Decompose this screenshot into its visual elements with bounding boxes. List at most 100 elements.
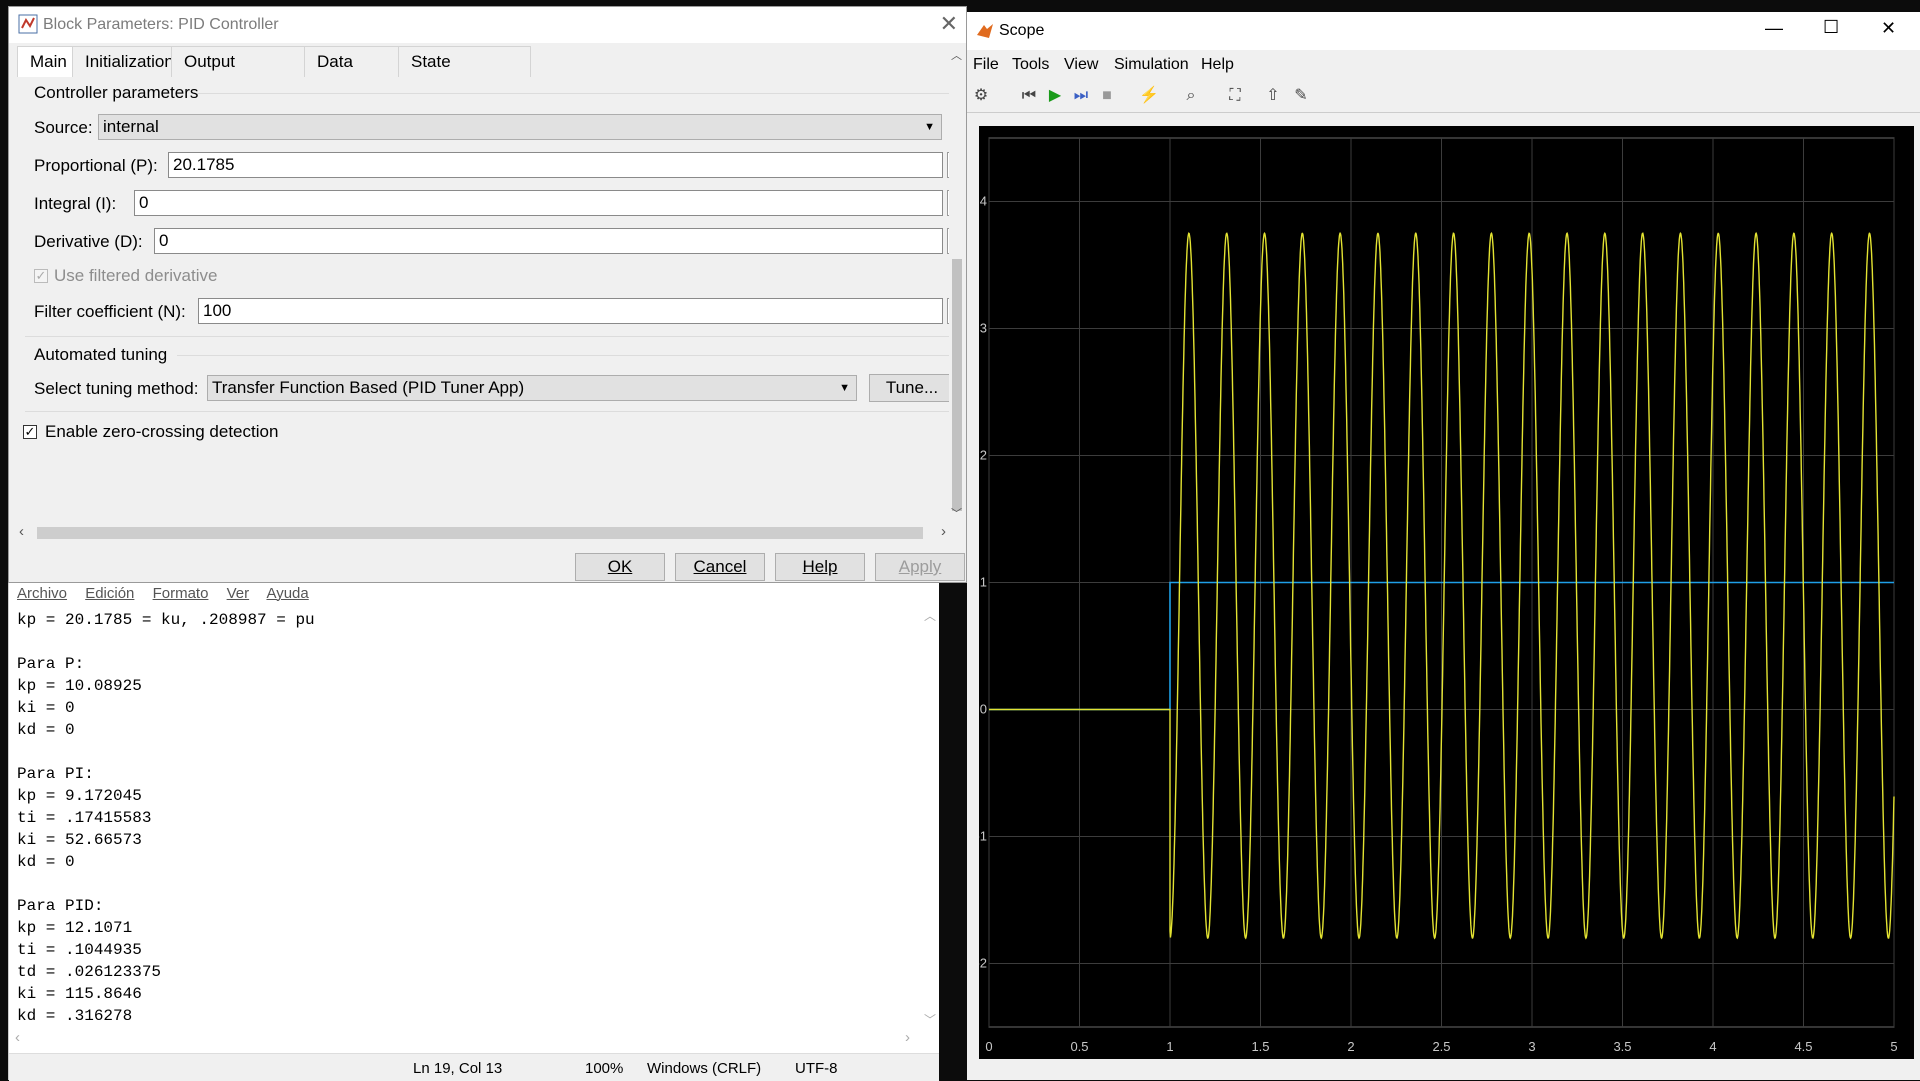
tab-state-attributes[interactable]: State Attributes <box>398 46 531 101</box>
x-tick-label: 0 <box>985 1039 992 1054</box>
minimize-icon[interactable]: — <box>1765 18 1783 39</box>
zero-crossing-checkbox[interactable]: ✓ <box>23 425 37 439</box>
dialog-title-bar: Block Parameters: PID Controller ✕ <box>9 7 966 43</box>
filtered-derivative-label: Use filtered derivative <box>54 266 218 285</box>
tuning-method-select[interactable]: Transfer Function Based (PID Tuner App) … <box>207 375 857 401</box>
tuning-method-label: Select tuning method: <box>34 379 199 398</box>
maximize-icon[interactable]: ☐ <box>1823 17 1839 38</box>
highlight-block-icon[interactable]: ⇧ <box>1263 86 1283 106</box>
cursor-position: Ln 19, Col 13 <box>413 1060 503 1077</box>
x-tick-label: 3.5 <box>1613 1039 1631 1054</box>
tuning-method-value: Transfer Function Based (PID Tuner App) <box>212 378 525 397</box>
menu-ver[interactable]: Ver <box>227 585 250 602</box>
notepad-text-area[interactable]: kp = 20.1785 = ku, .208987 = pu Para P: … <box>17 609 315 1027</box>
zoom-level: 100% <box>585 1060 624 1077</box>
scroll-down-icon[interactable]: ﹀ <box>951 505 962 521</box>
scroll-left-icon[interactable]: ‹ <box>19 523 24 540</box>
section-automated-tuning: Automated tuning <box>34 345 168 364</box>
line-ending: Windows (CRLF) <box>647 1060 762 1077</box>
scope-window: Scope — ☐ ✕ File Tools View Simulation H… <box>967 12 1920 1080</box>
menu-simulation[interactable]: Simulation <box>1114 56 1189 74</box>
section-controller-parameters: Controller parameters <box>34 83 199 102</box>
integral-input[interactable]: 0 <box>134 190 943 216</box>
source-label: Source: <box>34 118 93 137</box>
notepad-horizontal-scrollbar[interactable]: ‹ › <box>9 1029 921 1051</box>
scroll-up-icon[interactable]: ︿ <box>924 607 936 624</box>
tab-data-types[interactable]: Data Types <box>304 46 399 101</box>
x-tick-label: 2.5 <box>1432 1039 1450 1054</box>
measurements-icon[interactable]: ✎ <box>1291 86 1311 106</box>
help-label: Help <box>802 557 838 576</box>
run-icon[interactable]: ▶ <box>1045 86 1065 106</box>
trigger-icon[interactable]: ⚡ <box>1139 86 1159 106</box>
help-button[interactable]: Help <box>775 553 865 581</box>
source-value: internal <box>103 117 159 136</box>
notepad-window: Archivo Edición Formato Ver Ayuda kp = 2… <box>8 583 939 1081</box>
scroll-right-icon[interactable]: › <box>941 523 946 540</box>
scroll-up-icon[interactable]: ︿ <box>951 47 962 63</box>
y-tick-label: -1 <box>979 829 987 844</box>
scope-toolbar: ⚙ ⏮ ▶ ⏭ ■ ⚡ ⌕ ⛶ ⇧ ✎ <box>967 80 1920 113</box>
scope-title-bar: Scope — ☐ ✕ <box>967 12 1920 50</box>
filter-coefficient-label: Filter coefficient (N): <box>34 302 186 321</box>
scrollbar-thumb[interactable] <box>952 259 962 511</box>
zero-crossing-label: Enable zero-crossing detection <box>45 422 279 441</box>
x-tick-label: 5 <box>1890 1039 1897 1054</box>
y-tick-label: 3 <box>980 321 987 336</box>
horizontal-scrollbar[interactable]: ‹ › <box>17 523 957 543</box>
scroll-down-icon[interactable]: ﹀ <box>924 1011 936 1028</box>
menu-help[interactable]: Help <box>1201 56 1234 74</box>
proportional-input[interactable]: 20.1785 <box>168 152 943 178</box>
tab-output-saturation[interactable]: Output Saturation <box>171 46 305 101</box>
tune-button[interactable]: Tune... <box>869 374 955 402</box>
x-tick-label: 4.5 <box>1794 1039 1812 1054</box>
tab-initialization[interactable]: Initialization <box>72 46 174 77</box>
filter-coefficient-input[interactable]: 100 <box>198 298 943 324</box>
simulink-block-icon <box>18 14 38 34</box>
scope-plot-area[interactable]: 0 0.5 1 1.5 2 2.5 3 3.5 4 4.5 5 -2 -1 0 1 2 3 4 <box>979 126 1914 1059</box>
x-tick-label: 3 <box>1528 1039 1535 1054</box>
menu-file[interactable]: File <box>973 56 999 74</box>
y-tick-label: 2 <box>980 448 987 463</box>
vertical-scrollbar[interactable]: ︿ ﹀ <box>949 47 965 520</box>
derivative-label: Derivative (D): <box>34 232 143 251</box>
close-icon[interactable]: ✕ <box>940 11 958 37</box>
menu-ayuda[interactable]: Ayuda <box>266 585 308 602</box>
stop-icon[interactable]: ■ <box>1097 86 1117 106</box>
menu-archivo[interactable]: Archivo <box>17 585 67 602</box>
x-tick-label: 2 <box>1347 1039 1354 1054</box>
dropdown-arrow-icon: ▼ <box>924 121 935 133</box>
scroll-right-icon[interactable]: › <box>905 1029 910 1046</box>
source-select[interactable]: internal ▼ <box>98 114 942 140</box>
scope-plot-svg: 0 0.5 1 1.5 2 2.5 3 3.5 4 4.5 5 -2 -1 0 1 2 3 4 <box>979 137 1898 1054</box>
scroll-left-icon[interactable]: ‹ <box>15 1029 20 1046</box>
step-back-icon[interactable]: ⏮ <box>1019 86 1039 106</box>
derivative-input[interactable]: 0 <box>154 228 943 254</box>
scrollbar-thumb[interactable] <box>37 527 923 539</box>
cancel-button[interactable]: Cancel <box>675 553 765 581</box>
x-tick-label: 4 <box>1709 1039 1716 1054</box>
filtered-derivative-checkbox[interactable]: ✓ <box>34 269 48 283</box>
dropdown-arrow-icon: ▼ <box>839 382 850 394</box>
close-icon[interactable]: ✕ <box>1881 18 1896 39</box>
x-tick-label: 0.5 <box>1070 1039 1088 1054</box>
ok-button[interactable]: OK <box>575 553 665 581</box>
apply-button[interactable]: Apply <box>875 553 965 581</box>
tab-main[interactable]: Main <box>17 46 73 77</box>
settings-icon[interactable]: ⚙ <box>971 86 991 106</box>
menu-tools[interactable]: Tools <box>1012 56 1049 74</box>
menu-edicion[interactable]: Edición <box>85 585 134 602</box>
matlab-icon <box>977 24 993 38</box>
y-tick-label: 4 <box>980 194 987 209</box>
autoscale-icon[interactable]: ⛶ <box>1225 86 1245 106</box>
notepad-vertical-scrollbar[interactable]: ︿ ﹀ <box>921 609 939 1029</box>
y-tick-label: -2 <box>979 956 987 971</box>
step-forward-icon[interactable]: ⏭ <box>1071 86 1091 106</box>
proportional-label: Proportional (P): <box>34 156 158 175</box>
cancel-label: Cancel <box>693 557 747 576</box>
scope-title: Scope <box>999 22 1045 39</box>
block-parameters-dialog: Block Parameters: PID Controller ✕ Main … <box>8 6 967 583</box>
menu-view[interactable]: View <box>1064 56 1098 74</box>
menu-formato[interactable]: Formato <box>153 585 209 602</box>
zoom-icon[interactable]: ⌕ <box>1181 86 1201 106</box>
